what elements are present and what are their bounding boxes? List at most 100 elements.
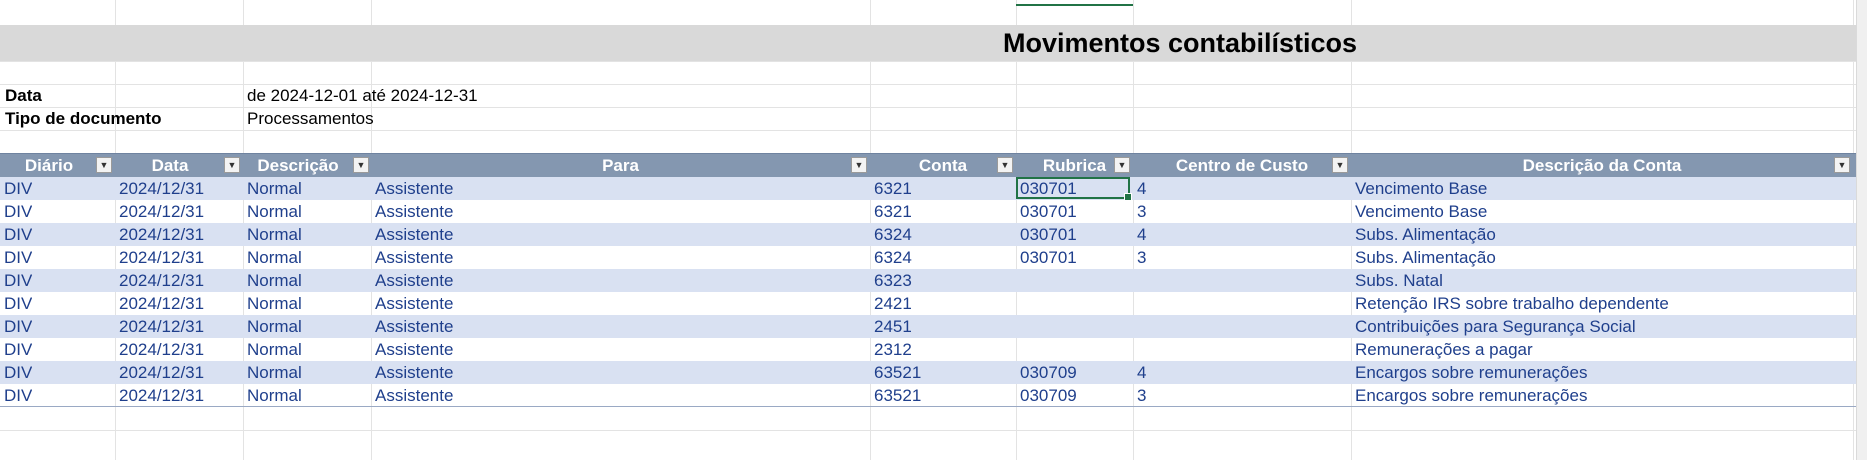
table-cell[interactable]: 2451	[874, 315, 912, 338]
table-cell[interactable]: Normal	[247, 338, 302, 361]
table-cell[interactable]: DIV	[4, 361, 32, 384]
table-cell[interactable]: 030709	[1020, 384, 1077, 407]
vertical-scrollbar[interactable]	[1856, 0, 1867, 460]
table-cell[interactable]: 6324	[874, 223, 912, 246]
filter-dropdown-icon[interactable]: ▼	[1834, 157, 1850, 173]
table-cell[interactable]: DIV	[4, 384, 32, 407]
table-cell[interactable]: Assistente	[375, 315, 453, 338]
table-cell[interactable]: DIV	[4, 200, 32, 223]
date-label[interactable]: Data	[5, 85, 42, 107]
table-row: DIV 2024/12/31 Normal Assistente 6324 030701 4…	[0, 223, 1867, 246]
table-cell[interactable]: Subs. Alimentação	[1355, 223, 1496, 246]
table-cell[interactable]: 6321	[874, 200, 912, 223]
table-cell[interactable]: DIV	[4, 223, 32, 246]
filter-dropdown-icon[interactable]: ▼	[997, 157, 1013, 173]
table-row: DIV 2024/12/31 Normal Assistente 6323 Subs. N…	[0, 269, 1867, 292]
table-cell[interactable]: 2024/12/31	[119, 200, 204, 223]
table-cell[interactable]: Normal	[247, 269, 302, 292]
table-cell[interactable]: 2312	[874, 338, 912, 361]
table-row: DIV 2024/12/31 Normal Assistente 6321 030701 4…	[0, 177, 1867, 200]
table-cell[interactable]: 6323	[874, 269, 912, 292]
table-cell[interactable]: Vencimento Base	[1355, 200, 1487, 223]
table-cell[interactable]: 030701	[1020, 223, 1077, 246]
active-cell-selection[interactable]	[1016, 177, 1132, 201]
table-cell[interactable]: Subs. Alimentação	[1355, 246, 1496, 269]
table-cell[interactable]: Remunerações a pagar	[1355, 338, 1533, 361]
table-cell[interactable]: 2024/12/31	[119, 361, 204, 384]
filter-dropdown-icon[interactable]: ▼	[224, 157, 240, 173]
table-cell[interactable]: 2024/12/31	[119, 177, 204, 200]
table-cell[interactable]: 030709	[1020, 361, 1077, 384]
table-cell[interactable]: DIV	[4, 338, 32, 361]
table-cell[interactable]: Assistente	[375, 269, 453, 292]
table-cell[interactable]: 2024/12/31	[119, 315, 204, 338]
table-cell[interactable]: 2024/12/31	[119, 223, 204, 246]
filter-dropdown-icon[interactable]: ▼	[353, 157, 369, 173]
table-cell[interactable]: DIV	[4, 246, 32, 269]
header-para[interactable]: Para	[371, 154, 870, 177]
table-cell[interactable]: Normal	[247, 223, 302, 246]
header-conta[interactable]: Conta	[870, 154, 1016, 177]
table-row: DIV 2024/12/31 Normal Assistente 2421 Retençã…	[0, 292, 1867, 315]
table-cell[interactable]: Assistente	[375, 338, 453, 361]
table-cell[interactable]: 4	[1137, 361, 1146, 384]
table-cell[interactable]: Assistente	[375, 384, 453, 407]
header-centro-custo[interactable]: Centro de Custo	[1133, 154, 1351, 177]
table-cell[interactable]: 030701	[1020, 246, 1077, 269]
table-cell[interactable]: 3	[1137, 246, 1146, 269]
table-cell[interactable]: Assistente	[375, 200, 453, 223]
table-cell[interactable]: 3	[1137, 200, 1146, 223]
filter-dropdown-icon[interactable]: ▼	[1114, 157, 1130, 173]
doc-type-value[interactable]: Processamentos	[247, 108, 374, 130]
table-cell[interactable]: Normal	[247, 292, 302, 315]
table-cell[interactable]: Vencimento Base	[1355, 177, 1487, 200]
header-diario[interactable]: Diário	[0, 154, 98, 177]
table-cell[interactable]: Normal	[247, 384, 302, 407]
table-cell[interactable]: Encargos sobre remunerações	[1355, 384, 1587, 407]
table-cell[interactable]: DIV	[4, 177, 32, 200]
header-descricao[interactable]: Descrição	[243, 154, 353, 177]
table-cell[interactable]: DIV	[4, 315, 32, 338]
header-data[interactable]: Data	[115, 154, 225, 177]
table-cell[interactable]: 6321	[874, 177, 912, 200]
table-cell[interactable]: Normal	[247, 246, 302, 269]
filter-dropdown-icon[interactable]: ▼	[1332, 157, 1348, 173]
date-value[interactable]: de 2024-12-01 até 2024-12-31	[247, 85, 478, 107]
fill-handle[interactable]	[1124, 193, 1132, 201]
table-cell[interactable]: 030701	[1020, 200, 1077, 223]
table-cell[interactable]: 4	[1137, 223, 1146, 246]
table-cell[interactable]: 3	[1137, 384, 1146, 407]
table-cell[interactable]: 2024/12/31	[119, 338, 204, 361]
table-cell[interactable]: Encargos sobre remunerações	[1355, 361, 1587, 384]
table-cell[interactable]: Assistente	[375, 361, 453, 384]
table-cell[interactable]: 2024/12/31	[119, 292, 204, 315]
table-cell[interactable]: 63521	[874, 384, 921, 407]
table-cell[interactable]: 63521	[874, 361, 921, 384]
header-descricao-conta[interactable]: Descrição da Conta	[1351, 154, 1853, 177]
table-cell[interactable]: Normal	[247, 200, 302, 223]
table-cell[interactable]: Normal	[247, 177, 302, 200]
table-cell[interactable]: Retenção IRS sobre trabalho dependente	[1355, 292, 1669, 315]
filter-dropdown-icon[interactable]: ▼	[851, 157, 867, 173]
column-selection-indicator	[1016, 0, 1133, 6]
table-cell[interactable]: DIV	[4, 292, 32, 315]
table-cell[interactable]: 2024/12/31	[119, 384, 204, 407]
sheet-title[interactable]: Movimentos contabilísticos	[900, 26, 1460, 60]
table-cell[interactable]: Normal	[247, 315, 302, 338]
table-cell[interactable]: 2024/12/31	[119, 269, 204, 292]
table-cell[interactable]: DIV	[4, 269, 32, 292]
table-cell[interactable]: Subs. Natal	[1355, 269, 1443, 292]
table-cell[interactable]: 6324	[874, 246, 912, 269]
table-cell[interactable]: 4	[1137, 177, 1146, 200]
table-cell[interactable]: Normal	[247, 361, 302, 384]
table-cell[interactable]: 2421	[874, 292, 912, 315]
table-cell[interactable]: 2024/12/31	[119, 246, 204, 269]
doc-type-label[interactable]: Tipo de documento	[5, 108, 161, 130]
table-row: DIV 2024/12/31 Normal Assistente 2451 Contrib…	[0, 315, 1867, 338]
filter-dropdown-icon[interactable]: ▼	[96, 157, 112, 173]
table-cell[interactable]: Assistente	[375, 223, 453, 246]
table-cell[interactable]: Assistente	[375, 292, 453, 315]
table-cell[interactable]: Assistente	[375, 246, 453, 269]
table-cell[interactable]: Assistente	[375, 177, 453, 200]
table-cell[interactable]: Contribuições para Segurança Social	[1355, 315, 1636, 338]
